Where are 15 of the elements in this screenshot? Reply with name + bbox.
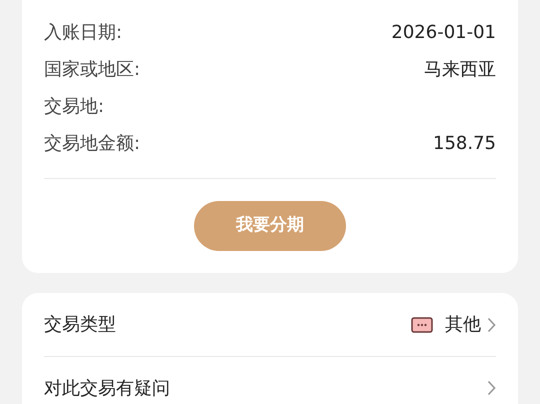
menu-row[interactable]: 对此交易有疑问 bbox=[44, 356, 496, 404]
detail-label: 入账日期: bbox=[44, 21, 122, 45]
detail-value: 马来西亚 bbox=[424, 58, 496, 82]
detail-value: 2026-01-01 bbox=[391, 21, 496, 45]
menu-label: 交易类型 bbox=[44, 313, 117, 337]
menu-row[interactable]: 交易类型 其他 bbox=[44, 293, 496, 356]
menu-label: 对此交易有疑问 bbox=[44, 376, 171, 400]
detail-label: 交易地金额: bbox=[44, 132, 140, 156]
detail-label: 国家或地区: bbox=[44, 58, 140, 82]
chevron-right-icon bbox=[487, 380, 496, 396]
menu-value: 其他 bbox=[445, 313, 481, 337]
category-icon bbox=[411, 316, 433, 332]
chevron-right-icon bbox=[487, 316, 496, 332]
detail-label: 交易地: bbox=[44, 95, 104, 119]
detail-value: 158.75 bbox=[433, 132, 496, 156]
